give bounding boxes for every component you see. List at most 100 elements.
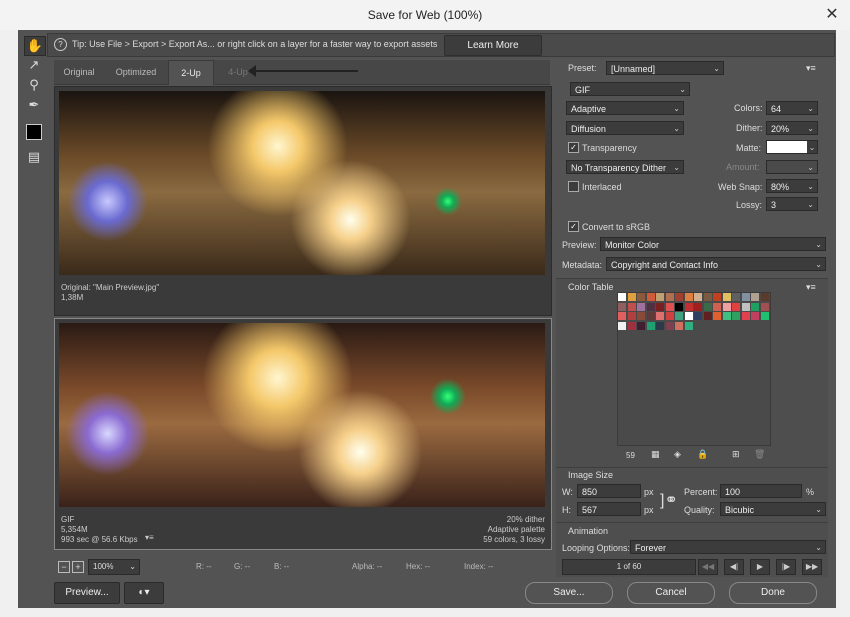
- color-swatch[interactable]: [694, 312, 702, 320]
- delete-color-icon[interactable]: 🗑: [754, 449, 765, 460]
- color-swatch[interactable]: [637, 293, 645, 301]
- new-color-icon[interactable]: ⊞: [732, 449, 740, 460]
- preset-select[interactable]: [Unnamed] ⌄: [606, 61, 724, 75]
- color-swatch[interactable]: [732, 293, 740, 301]
- color-swatch[interactable]: [675, 321, 683, 330]
- color-swatch[interactable]: [694, 293, 702, 301]
- color-table-grid[interactable]: [617, 292, 771, 446]
- color-swatch[interactable]: [703, 302, 712, 311]
- metadata-select[interactable]: Copyright and Contact Info ⌄: [606, 257, 826, 271]
- color-swatch[interactable]: [627, 321, 636, 330]
- quality-select[interactable]: Bicubic ⌄: [720, 502, 826, 516]
- save-button[interactable]: Save...: [525, 582, 613, 604]
- percent-input[interactable]: 100: [720, 484, 802, 498]
- color-swatch[interactable]: [684, 302, 693, 311]
- looping-options-select[interactable]: Forever ⌄: [630, 540, 826, 554]
- color-table-menu-icon[interactable]: ▾≡: [806, 282, 816, 293]
- color-swatch[interactable]: [741, 302, 750, 311]
- color-swatch[interactable]: [656, 302, 664, 311]
- hand-icon[interactable]: ✋: [24, 36, 46, 56]
- color-swatch[interactable]: [751, 312, 759, 320]
- map-to-transparent-icon[interactable]: ▦: [651, 449, 660, 460]
- color-swatch[interactable]: [618, 302, 626, 311]
- play-icon[interactable]: ▶: [750, 559, 770, 575]
- color-swatch[interactable]: [646, 321, 655, 330]
- color-swatch[interactable]: [722, 293, 731, 301]
- browser-preview-button[interactable]: ◐▾: [124, 582, 164, 604]
- color-swatch[interactable]: [760, 302, 769, 311]
- color-swatch[interactable]: [618, 321, 626, 330]
- color-swatch[interactable]: [637, 312, 645, 320]
- color-swatch[interactable]: [675, 293, 683, 301]
- color-swatch[interactable]: [722, 302, 731, 311]
- preview-color-select[interactable]: Monitor Color ⌄: [600, 237, 826, 251]
- dither-algorithm-select[interactable]: Diffusion ⌄: [566, 121, 684, 135]
- tab-optimized[interactable]: Optimized: [108, 60, 164, 84]
- zoom-icon[interactable]: ⚲: [24, 76, 44, 94]
- zoom-out-icon[interactable]: −: [58, 561, 70, 573]
- tab-original[interactable]: Original: [54, 60, 104, 84]
- cancel-button[interactable]: Cancel: [627, 582, 715, 604]
- color-swatch[interactable]: [665, 321, 674, 330]
- color-swatch[interactable]: [675, 312, 683, 320]
- color-swatch[interactable]: [675, 302, 683, 311]
- color-swatch[interactable]: [703, 312, 712, 320]
- color-swatch[interactable]: [656, 293, 664, 301]
- done-button[interactable]: Done: [729, 582, 817, 604]
- color-swatch[interactable]: [637, 302, 645, 311]
- color-swatch[interactable]: [751, 302, 759, 311]
- color-swatch[interactable]: [665, 312, 674, 320]
- convert-srgb-checkbox[interactable]: ✓: [568, 221, 579, 232]
- preview-menu-icon[interactable]: ▾≡: [145, 533, 154, 543]
- color-swatch[interactable]: [656, 321, 664, 330]
- transparency-checkbox[interactable]: ✓: [568, 142, 579, 153]
- eyedropper-color-swatch[interactable]: [24, 122, 44, 140]
- close-icon[interactable]: ✕: [822, 0, 842, 30]
- original-preview-pane[interactable]: Original: "Main Preview.jpg" 1,38M: [54, 86, 552, 316]
- color-swatch[interactable]: [722, 312, 731, 320]
- color-swatch[interactable]: [713, 302, 721, 311]
- optimized-preview-pane[interactable]: GIF 5,354M 993 sec @ 56.6 Kbps ▾≡ 20% di…: [54, 318, 552, 550]
- color-swatch[interactable]: [646, 302, 655, 311]
- color-swatch[interactable]: [684, 312, 693, 320]
- color-swatch[interactable]: [741, 312, 750, 320]
- preview-button[interactable]: Preview...: [54, 582, 120, 604]
- color-swatch[interactable]: [618, 312, 626, 320]
- color-swatch[interactable]: [665, 293, 674, 301]
- color-swatch[interactable]: [713, 312, 721, 320]
- color-swatch[interactable]: [627, 293, 636, 301]
- color-swatch[interactable]: [751, 293, 759, 301]
- interlaced-checkbox[interactable]: [568, 181, 579, 192]
- eyedropper-icon[interactable]: ✒: [24, 96, 44, 114]
- web-shift-icon[interactable]: ◈: [674, 449, 681, 460]
- color-swatch[interactable]: [732, 302, 740, 311]
- color-swatch[interactable]: [703, 293, 712, 301]
- color-swatch[interactable]: [646, 312, 655, 320]
- matte-select[interactable]: ⌄: [766, 140, 818, 154]
- height-input[interactable]: 567: [577, 502, 641, 516]
- color-swatch[interactable]: [618, 293, 626, 301]
- color-swatch[interactable]: [665, 302, 674, 311]
- next-frame-icon[interactable]: |▶: [776, 559, 796, 575]
- transparency-dither-select[interactable]: No Transparency Dither ⌄: [566, 160, 684, 174]
- previous-frame-icon[interactable]: ◀|: [724, 559, 744, 575]
- color-swatch[interactable]: [741, 293, 750, 301]
- optimize-menu-icon[interactable]: ▾≡: [806, 63, 816, 74]
- lossy-select[interactable]: 3 ⌄: [766, 197, 818, 211]
- learn-more-button[interactable]: Learn More: [444, 35, 542, 56]
- color-reduction-select[interactable]: Adaptive ⌄: [566, 101, 684, 115]
- color-swatch[interactable]: [732, 312, 740, 320]
- file-format-select[interactable]: GIF ⌄: [570, 82, 690, 96]
- color-swatch[interactable]: [627, 312, 636, 320]
- amount-select[interactable]: ⌄: [766, 160, 818, 174]
- color-swatch[interactable]: [627, 302, 636, 311]
- color-swatch[interactable]: [760, 293, 769, 301]
- constrain-proportions-icon[interactable]: ]⚭: [660, 490, 678, 510]
- colors-select[interactable]: 64 ⌄: [766, 101, 818, 115]
- color-swatch[interactable]: [684, 321, 693, 330]
- slice-select-icon[interactable]: ↗: [24, 56, 44, 74]
- color-swatch[interactable]: [637, 321, 645, 330]
- color-swatch[interactable]: [684, 293, 693, 301]
- color-swatch[interactable]: [713, 293, 721, 301]
- color-swatch[interactable]: [646, 293, 655, 301]
